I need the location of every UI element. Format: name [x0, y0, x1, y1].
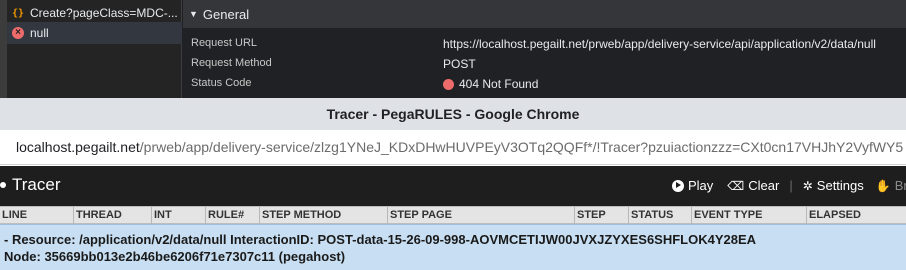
column-header-rule[interactable]: RULE#: [205, 207, 244, 224]
window-title-bar[interactable]: Tracer - PegaRULES - Google Chrome: [0, 98, 906, 130]
request-details: ▼ General Request URL https://localhost.…: [183, 0, 906, 98]
devtools-edge: [0, 0, 7, 98]
clear-label: Clear: [748, 178, 780, 193]
column-header-int[interactable]: INT: [151, 207, 172, 224]
tracer-event-banner[interactable]: - Resource: /application/v2/data/null In…: [0, 224, 906, 270]
tracer-title: Tracer: [0, 175, 61, 195]
break-button[interactable]: ✋ Break: [876, 178, 906, 193]
request-method-label: Request Method: [191, 57, 272, 69]
column-header-step-page[interactable]: STEP PAGE: [387, 207, 452, 224]
devtools-network-panel: {} Create?pageClass=MDC-... × null ▼ Gen…: [0, 0, 906, 98]
url-host: localhost.pegailt.net: [16, 139, 140, 155]
status-code-label: Status Code: [191, 77, 252, 89]
general-section-title: General: [202, 6, 250, 22]
request-name: Create?pageClass=MDC-...: [30, 6, 178, 20]
column-header-elapsed[interactable]: ELAPSED: [806, 207, 861, 224]
status-code-value: 404 Not Found: [443, 77, 538, 91]
tracer-column-headers: LINE THREAD INT RULE# STEP METHOD STEP P…: [0, 206, 906, 224]
address-bar[interactable]: localhost.pegailt.net/prweb/app/delivery…: [0, 130, 906, 165]
column-header-thread[interactable]: THREAD: [73, 207, 122, 224]
request-method-value: POST: [443, 57, 476, 71]
column-header-status[interactable]: STATUS: [628, 207, 673, 224]
hand-icon: ✋: [875, 178, 891, 193]
event-node-line: Node: 35669bb013e2b46be6206f71e7307c11 (…: [4, 249, 346, 264]
request-url-value: https://localhost.pegailt.net/prweb/app/…: [443, 37, 876, 51]
clear-button[interactable]: ⌫ Clear: [727, 178, 779, 193]
request-list: {} Create?pageClass=MDC-... × null: [7, 0, 182, 98]
status-code-text: 404 Not Found: [459, 77, 539, 91]
window-title: Tracer - PegaRULES - Google Chrome: [326, 106, 580, 122]
play-label: Play: [688, 178, 714, 193]
tracer-title-text: Tracer: [12, 175, 61, 194]
tracer-toolbar: Play ⌫ Clear | ✲ Settings ✋ Break: [672, 178, 906, 193]
request-url-label: Request URL: [191, 37, 258, 49]
request-name: null: [30, 26, 49, 40]
play-button[interactable]: Play: [672, 178, 713, 193]
status-error-dot-icon: [443, 78, 454, 90]
settings-label: Settings: [816, 178, 864, 193]
column-header-event-type[interactable]: EVENT TYPE: [691, 207, 762, 224]
request-item-null[interactable]: × null: [7, 22, 182, 44]
tracer-logo-icon: [0, 182, 6, 188]
settings-icon: ✲: [802, 178, 813, 193]
error-icon: ×: [12, 27, 24, 39]
eraser-icon: ⌫: [727, 178, 745, 193]
column-header-line[interactable]: LINE: [0, 207, 27, 224]
tracer-header: Tracer Play ⌫ Clear | ✲ Settings ✋ Break: [0, 166, 906, 206]
break-label: Break: [894, 178, 906, 193]
play-icon: [672, 179, 684, 192]
column-header-step[interactable]: STEP: [574, 207, 606, 224]
general-section-header[interactable]: ▼ General: [183, 0, 906, 28]
column-header-step-method[interactable]: STEP METHOD: [259, 207, 341, 224]
settings-button[interactable]: ✲ Settings: [803, 178, 864, 193]
url-path: /prweb/app/delivery-service/zlzg1YNeJ_KD…: [139, 139, 904, 155]
expand-triangle-icon: ▼: [189, 9, 198, 19]
document-icon: {}: [12, 7, 25, 19]
event-resource-line: - Resource: /application/v2/data/null In…: [4, 232, 757, 247]
toolbar-divider: |: [789, 178, 793, 193]
request-item-create[interactable]: {} Create?pageClass=MDC-...: [7, 2, 182, 24]
